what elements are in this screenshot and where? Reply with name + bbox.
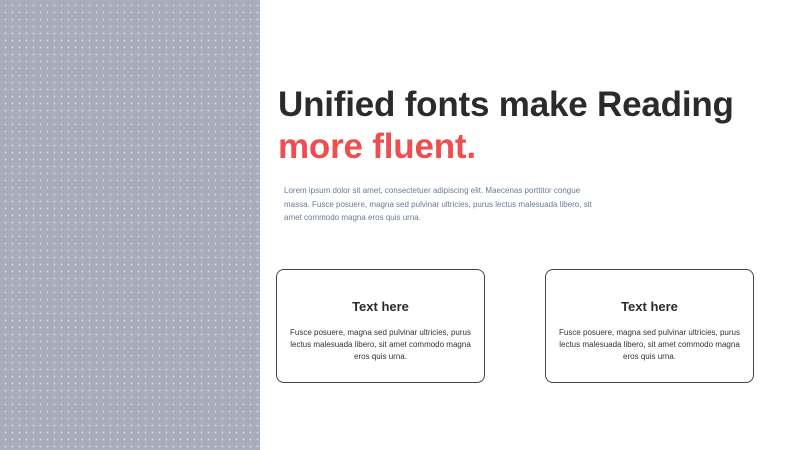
dotted-side-panel bbox=[0, 0, 260, 450]
card-1-body: Fusce posuere, magna sed pulvinar ultric… bbox=[290, 328, 471, 361]
text-card-1: Text here Fusce posuere, magna sed pulvi… bbox=[276, 269, 485, 383]
headline-line-1: Unified fonts make Reading bbox=[278, 85, 734, 124]
slide-headline: Unified fonts make Reading more fluent. bbox=[278, 84, 778, 168]
headline-line-2-accent: more fluent. bbox=[278, 127, 476, 166]
intro-paragraph: Lorem ipsum dolor sit amet, consectetuer… bbox=[284, 186, 592, 222]
card-2-body: Fusce posuere, magna sed pulvinar ultric… bbox=[559, 328, 740, 361]
card-2-title: Text here bbox=[621, 299, 678, 314]
card-1-title: Text here bbox=[352, 299, 409, 314]
text-card-2: Text here Fusce posuere, magna sed pulvi… bbox=[545, 269, 754, 383]
